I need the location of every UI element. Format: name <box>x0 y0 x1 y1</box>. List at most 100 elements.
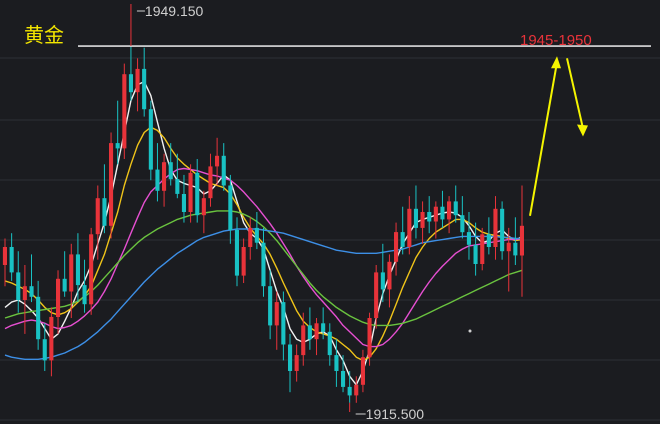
candle-body-39 <box>261 242 266 287</box>
candle-body-58 <box>387 261 392 290</box>
candle-18 <box>122 63 127 159</box>
candle-body-54 <box>360 357 365 385</box>
candle-body-78 <box>519 225 524 256</box>
candle-12 <box>82 259 87 313</box>
candle-body-38 <box>254 227 259 243</box>
candle-body-60 <box>400 232 405 247</box>
candle-body-62 <box>413 208 418 228</box>
candle-body-37 <box>248 227 253 247</box>
candles <box>2 46 524 403</box>
candle-body-74 <box>493 208 498 247</box>
candle-body-34 <box>228 185 233 230</box>
candle-16 <box>109 132 114 239</box>
candle-body-10 <box>69 254 74 292</box>
candle-63 <box>420 201 425 244</box>
candle-51 <box>341 355 346 393</box>
candle-67 <box>447 196 452 234</box>
candle-69 <box>460 196 465 239</box>
candle-68 <box>453 185 458 223</box>
candle-body-20 <box>135 68 140 93</box>
candle-body-43 <box>288 344 293 371</box>
target-range-label: 1945-1950 <box>520 32 592 49</box>
candle-body-75 <box>500 208 505 252</box>
candle-26 <box>175 153 180 199</box>
candle-body-11 <box>75 254 80 286</box>
candle-body-63 <box>420 212 425 228</box>
candle-body-57 <box>380 272 385 290</box>
candle-body-33 <box>221 155 226 186</box>
candle-body-69 <box>460 215 465 233</box>
projection-up-line <box>529 62 558 216</box>
candle-66 <box>440 190 445 228</box>
candle-body-41 <box>274 302 279 326</box>
candle-37 <box>248 217 253 260</box>
candle-74 <box>493 196 498 260</box>
candle-body-46 <box>307 325 312 340</box>
chart-stage: 黄金 1945-1950 1949.150 1915.500 <box>0 0 660 424</box>
candle-46 <box>307 307 312 350</box>
candle-body-72 <box>480 234 485 264</box>
candle-body-68 <box>453 201 458 216</box>
candle-body-70 <box>466 232 471 245</box>
candle-19 <box>128 46 133 101</box>
low-price-label: 1915.500 <box>366 406 425 422</box>
candle-15 <box>102 164 107 234</box>
candle-11 <box>75 233 80 303</box>
high-price-label: 1949.150 <box>145 3 204 19</box>
candle-35 <box>234 217 239 287</box>
candle-body-52 <box>347 386 352 396</box>
candle-body-13 <box>89 234 94 305</box>
candle-70 <box>466 212 471 260</box>
candle-body-59 <box>394 232 399 262</box>
candle-22 <box>148 100 153 181</box>
candle-body-45 <box>301 325 306 356</box>
candle-52 <box>347 371 352 403</box>
candle-body-27 <box>181 194 186 212</box>
candle-5 <box>36 280 41 350</box>
candle-body-53 <box>354 384 359 396</box>
candle-body-76 <box>506 242 511 252</box>
candle-body-25 <box>168 162 173 180</box>
candle-body-77 <box>513 242 518 256</box>
candle-body-22 <box>148 109 153 170</box>
candle-58 <box>387 254 392 308</box>
candle-body-61 <box>407 208 412 247</box>
candle-body-1 <box>9 247 14 273</box>
candle-body-3 <box>22 286 27 300</box>
candle-42 <box>281 291 286 361</box>
candle-61 <box>407 196 412 255</box>
candle-2 <box>16 251 21 313</box>
candle-body-23 <box>155 169 160 191</box>
candle-body-14 <box>95 198 100 235</box>
candle-body-5 <box>36 296 41 340</box>
candle-body-71 <box>473 244 478 264</box>
candle-23 <box>155 143 160 202</box>
candle-body-30 <box>201 198 206 216</box>
candle-33 <box>221 143 226 191</box>
candle-body-2 <box>16 272 21 300</box>
candle-body-51 <box>341 371 346 387</box>
candle-body-50 <box>334 355 339 371</box>
candle-29 <box>195 159 200 223</box>
candle-30 <box>201 190 206 234</box>
candle-28 <box>188 164 193 223</box>
candle-32 <box>215 137 220 186</box>
candle-59 <box>394 222 399 276</box>
candle-body-9 <box>62 278 67 292</box>
candle-body-44 <box>294 355 299 371</box>
candle-body-48 <box>321 323 326 332</box>
candle-13 <box>89 227 94 315</box>
candle-47 <box>314 318 319 356</box>
candle-8 <box>56 270 61 334</box>
candle-body-21 <box>142 68 147 110</box>
candle-body-31 <box>208 166 213 199</box>
candle-9 <box>62 251 67 297</box>
candle-body-42 <box>281 302 286 345</box>
candle-body-36 <box>241 247 246 276</box>
candle-body-8 <box>56 278 61 317</box>
candle-body-19 <box>128 74 133 93</box>
candle-77 <box>513 217 518 265</box>
candle-body-47 <box>314 323 319 340</box>
candle-body-0 <box>2 247 7 265</box>
candle-20 <box>135 58 140 112</box>
